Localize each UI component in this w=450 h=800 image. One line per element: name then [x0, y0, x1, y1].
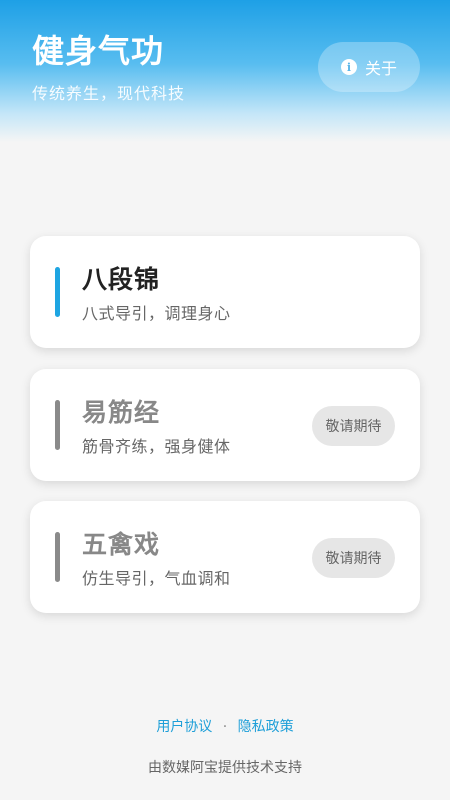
card-title: 八段锦	[82, 265, 161, 294]
coming-soon-badge: 敬请期待	[312, 406, 395, 446]
tech-support-text: 由数媒阿宝提供技术支持	[148, 760, 302, 776]
card-title: 五禽戏	[82, 530, 161, 559]
user-agreement-link[interactable]: 用户协议	[156, 716, 212, 736]
card-yijinjing[interactable]: 易筋经 筋骨齐练，强身健体 敬请期待	[30, 369, 420, 481]
card-description: 八式导引，调理身心	[82, 304, 231, 323]
app-title: 健身气功	[32, 32, 165, 70]
about-label: 关于	[364, 59, 397, 78]
card-accent-bar	[55, 400, 60, 450]
link-separator: ·	[222, 719, 228, 735]
coming-soon-badge: 敬请期待	[312, 538, 395, 578]
card-accent-bar	[55, 532, 60, 582]
about-button[interactable]: i 关于	[318, 42, 420, 92]
info-icon: i	[340, 59, 357, 75]
card-description: 筋骨齐练，强身健体	[82, 437, 231, 456]
privacy-policy-link[interactable]: 隐私政策	[238, 716, 294, 736]
card-wuqinxi[interactable]: 五禽戏 仿生导引，气血调和 敬请期待	[30, 501, 420, 613]
card-description: 仿生导引，气血调和	[82, 569, 231, 588]
footer-links: 用户协议 · 隐私政策	[0, 716, 450, 736]
header-banner: 健身气功 传统养生，现代科技 i 关于	[0, 0, 450, 142]
card-baduanjin[interactable]: 八段锦 八式导引，调理身心	[30, 236, 420, 348]
card-accent-bar	[55, 267, 60, 317]
card-title: 易筋经	[82, 398, 161, 427]
app-subtitle: 传统养生，现代科技	[32, 84, 186, 103]
